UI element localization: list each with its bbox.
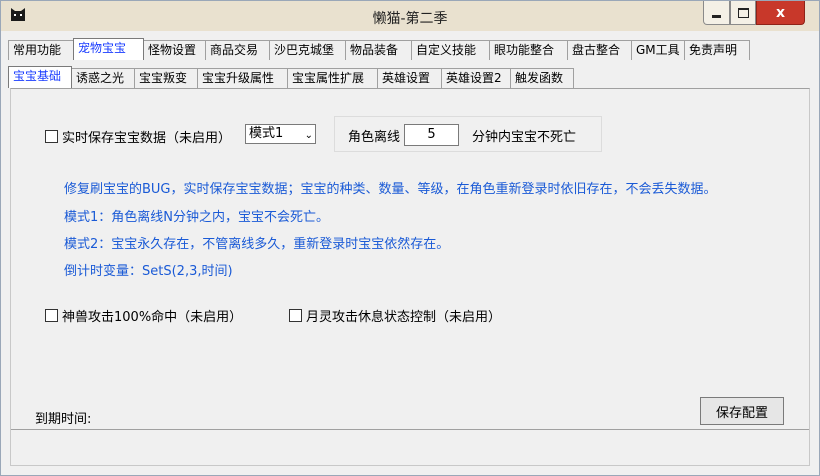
close-button[interactable]: x bbox=[756, 1, 805, 25]
minimize-button[interactable] bbox=[703, 1, 730, 25]
beast-hit-label: 神兽攻击100%命中（未启用） bbox=[62, 310, 243, 325]
tab-disclaimer[interactable]: 免责声明 bbox=[684, 40, 750, 60]
tab-pangu-integration[interactable]: 盘古整合 bbox=[567, 40, 632, 60]
save-config-button[interactable]: 保存配置 bbox=[700, 397, 784, 425]
tab-baby-upgrade-attributes[interactable]: 宝宝升级属性 bbox=[197, 68, 288, 88]
mode-select[interactable]: 模式1 ⌄ bbox=[245, 124, 316, 144]
info-line-3: 模式2：宝宝永久存在，不管离线多久，重新登录时宝宝依然存在。 bbox=[64, 237, 450, 252]
beast-hit-checkbox[interactable]: 神兽攻击100%命中（未启用） bbox=[45, 306, 242, 325]
tab-item-equipment[interactable]: 物品装备 bbox=[345, 40, 412, 60]
offline-group-box: 角色离线 5 分钟内宝宝不死亡 bbox=[334, 116, 602, 152]
tab-baby-attribute-extension[interactable]: 宝宝属性扩展 bbox=[287, 68, 378, 88]
minimize-icon bbox=[712, 15, 721, 18]
app-window: 懒猫-第二季 x 常用功能 宠物宝宝 怪物设置 商品交易 沙巴克城堡 物品装备 … bbox=[0, 0, 820, 476]
checkbox-box[interactable] bbox=[45, 309, 58, 322]
primary-tab-bar: 常用功能 宠物宝宝 怪物设置 商品交易 沙巴克城堡 物品装备 自定义技能 眼功能… bbox=[8, 38, 750, 60]
window-title: 懒猫-第二季 bbox=[372, 11, 448, 27]
client-area: 常用功能 宠物宝宝 怪物设置 商品交易 沙巴克城堡 物品装备 自定义技能 眼功能… bbox=[8, 31, 812, 468]
expire-time-label: 到期时间: bbox=[35, 412, 92, 427]
tab-hero-settings-2[interactable]: 英雄设置2 bbox=[441, 68, 511, 88]
moon-spirit-label: 月灵攻击休息状态控制（未启用） bbox=[306, 310, 502, 325]
tab-hero-settings[interactable]: 英雄设置 bbox=[377, 68, 442, 88]
info-line-1: 修复刷宝宝的BUG，实时保存宝宝数据；宝宝的种类、数量、等级，在角色重新登录时依… bbox=[64, 182, 717, 197]
maximize-button[interactable] bbox=[730, 1, 756, 25]
checkbox-box[interactable] bbox=[289, 309, 302, 322]
tab-baby-basics[interactable]: 宝宝基础 bbox=[8, 66, 72, 88]
secondary-tab-bar: 宝宝基础 诱惑之光 宝宝叛变 宝宝升级属性 宝宝属性扩展 英雄设置 英雄设置2 … bbox=[8, 66, 574, 88]
baby-basics-panel: 实时保存宝宝数据（未启用） 模式1 ⌄ 角色离线 5 分钟内宝宝不死亡 修复刷宝… bbox=[10, 88, 810, 466]
close-icon: x bbox=[775, 4, 786, 21]
offline-label: 角色离线 bbox=[348, 130, 401, 145]
checkbox-box[interactable] bbox=[45, 130, 58, 143]
tab-common-functions[interactable]: 常用功能 bbox=[8, 40, 74, 60]
maximize-icon bbox=[737, 7, 749, 18]
tab-monster-settings[interactable]: 怪物设置 bbox=[143, 40, 206, 60]
moon-spirit-checkbox[interactable]: 月灵攻击休息状态控制（未启用） bbox=[289, 306, 501, 325]
tab-item-trade[interactable]: 商品交易 bbox=[205, 40, 270, 60]
realtime-save-label: 实时保存宝宝数据（未启用） bbox=[62, 131, 232, 146]
tab-temptation-light[interactable]: 诱惑之光 bbox=[71, 68, 135, 88]
tab-custom-skills[interactable]: 自定义技能 bbox=[411, 40, 490, 60]
tab-baby-rebellion[interactable]: 宝宝叛变 bbox=[134, 68, 198, 88]
tab-trigger-functions[interactable]: 触发函数 bbox=[510, 68, 574, 88]
info-line-4: 倒计时变量：SetS(2,3,时间) bbox=[64, 264, 233, 279]
tab-eye-feature-integration[interactable]: 眼功能整合 bbox=[489, 40, 568, 60]
realtime-save-checkbox[interactable]: 实时保存宝宝数据（未启用） bbox=[45, 127, 231, 146]
tab-gm-tools[interactable]: GM工具 bbox=[631, 40, 685, 60]
info-line-2: 模式1：角色离线N分钟之内，宝宝不会死亡。 bbox=[64, 210, 329, 225]
offline-suffix-label: 分钟内宝宝不死亡 bbox=[472, 130, 577, 145]
chevron-down-icon: ⌄ bbox=[304, 130, 313, 141]
divider bbox=[11, 429, 809, 430]
offline-minutes-input[interactable]: 5 bbox=[404, 124, 459, 146]
mode-select-value: 模式1 bbox=[249, 126, 284, 141]
tab-pet-baby[interactable]: 宠物宝宝 bbox=[73, 38, 144, 60]
tab-sabak-castle[interactable]: 沙巴克城堡 bbox=[269, 40, 346, 60]
title-bar[interactable]: 懒猫-第二季 x bbox=[1, 1, 819, 31]
